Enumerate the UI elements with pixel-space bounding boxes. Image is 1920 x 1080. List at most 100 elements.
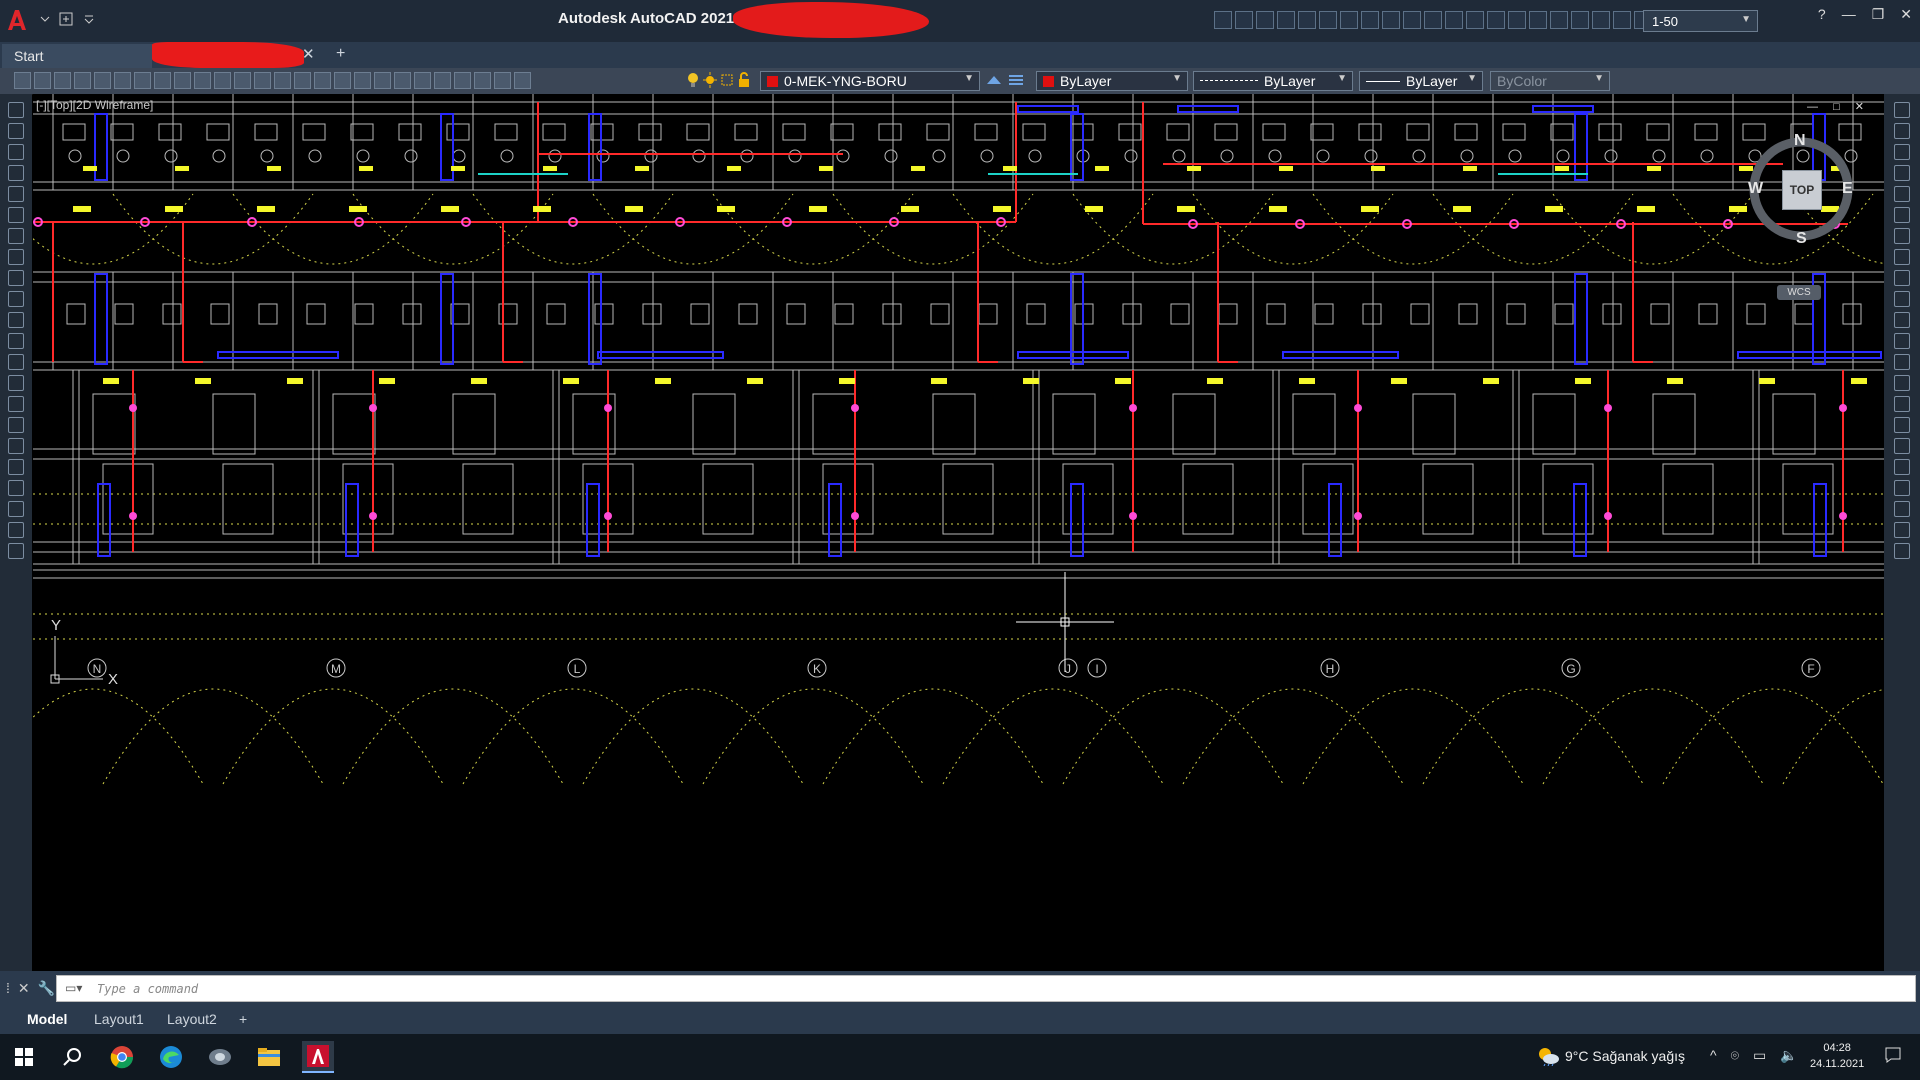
command-input[interactable]: ▭▾ Type a command: [56, 975, 1916, 1002]
viewport-controls-label[interactable]: [-][Top][2D Wireframe]: [36, 98, 153, 112]
help-icon[interactable]: [494, 72, 511, 89]
open-file-icon[interactable]: [34, 72, 51, 89]
lineweight-dropdown[interactable]: ByLayer ▼: [1359, 71, 1483, 91]
notification-icon[interactable]: [1884, 1046, 1902, 1064]
restore-button[interactable]: ❐: [1872, 6, 1885, 23]
join-icon[interactable]: [1894, 375, 1910, 391]
weather-text[interactable]: 9°C Sağanak yağış: [1565, 1048, 1685, 1064]
snap-nearest-icon[interactable]: [1487, 11, 1505, 29]
trim-icon[interactable]: [1894, 291, 1910, 307]
send-back-icon[interactable]: [1894, 522, 1910, 538]
dim-style-icon[interactable]: [1550, 11, 1568, 29]
close-icon[interactable]: ✕: [18, 980, 30, 997]
osnap-settings-icon[interactable]: [1529, 11, 1547, 29]
dim-inspect-icon[interactable]: [1613, 11, 1631, 29]
search-icon[interactable]: [56, 1041, 88, 1073]
file-explorer-icon[interactable]: [253, 1041, 285, 1073]
draworder-icon[interactable]: [1894, 480, 1910, 496]
snap-node-icon[interactable]: [1466, 11, 1484, 29]
blend-icon[interactable]: [1894, 438, 1910, 454]
sun-icon[interactable]: [703, 72, 717, 88]
bring-front-icon[interactable]: [1894, 501, 1910, 517]
help-icon[interactable]: ?: [1818, 6, 1826, 23]
text-front-icon[interactable]: [1894, 543, 1910, 559]
snap-endpoint-icon[interactable]: [1214, 11, 1232, 29]
3d-dwf-icon[interactable]: [134, 72, 151, 89]
table-style-icon[interactable]: [8, 543, 24, 559]
model-space-canvas[interactable]: N M L K J I H G F Y X [-][Top][2D Wireframe] — □…: [33, 94, 1884, 971]
snap-tangent-icon[interactable]: [1382, 11, 1400, 29]
mirror-icon[interactable]: [1894, 144, 1910, 160]
polyline-icon[interactable]: [8, 144, 24, 160]
table-icon[interactable]: [8, 459, 24, 475]
undo-icon[interactable]: [254, 72, 271, 89]
paste-icon[interactable]: [194, 72, 211, 89]
sheet-set-icon[interactable]: [434, 72, 451, 89]
cut-icon[interactable]: [154, 72, 171, 89]
hatch-icon[interactable]: [8, 396, 24, 412]
layer-previous-icon[interactable]: [1008, 72, 1024, 93]
extend-icon[interactable]: [1894, 312, 1910, 328]
arc-icon[interactable]: [8, 207, 24, 223]
calculator-icon[interactable]: [474, 72, 491, 89]
minimize-button[interactable]: —: [1842, 6, 1856, 23]
wcs-menu[interactable]: WCS: [1777, 285, 1821, 300]
erase-icon[interactable]: [1894, 102, 1910, 118]
snap-geocenter-icon[interactable]: [1340, 11, 1358, 29]
lock-icon[interactable]: [737, 72, 751, 88]
chevron-up-icon[interactable]: ^: [1710, 1047, 1717, 1064]
pan-icon[interactable]: [294, 72, 311, 89]
snap-apparent-icon[interactable]: [1277, 11, 1295, 29]
meet-now-icon[interactable]: ⌾: [1731, 1047, 1739, 1064]
make-current-layer-icon[interactable]: [986, 72, 1002, 93]
color-dropdown[interactable]: ByLayer ▼: [1036, 71, 1188, 91]
ellipse-arc-icon[interactable]: [8, 312, 24, 328]
snap-center-icon[interactable]: [1319, 11, 1337, 29]
line-icon[interactable]: [8, 102, 24, 118]
polygon-icon[interactable]: [8, 165, 24, 181]
network-icon[interactable]: ▭: [1753, 1047, 1766, 1064]
linetype-dropdown[interactable]: ByLayer ▼: [1193, 71, 1353, 91]
app-icon[interactable]: [204, 1041, 236, 1073]
dim-override-icon[interactable]: [1592, 11, 1610, 29]
close-tab-icon[interactable]: ✕: [302, 45, 315, 63]
zoom-previous-icon[interactable]: [354, 72, 371, 89]
tool-palettes-icon[interactable]: [414, 72, 431, 89]
compass-west[interactable]: W: [1748, 180, 1763, 198]
offset-icon[interactable]: [1894, 165, 1910, 181]
break-icon[interactable]: [1894, 354, 1910, 370]
wrench-icon[interactable]: 🔧: [38, 980, 55, 997]
windows-start-icon[interactable]: [8, 1041, 40, 1073]
compass-south[interactable]: S: [1796, 230, 1807, 248]
viewcube[interactable]: N S W E TOP: [1746, 132, 1856, 247]
annotation-scale-dropdown[interactable]: 1-50 ▼: [1643, 10, 1758, 32]
dim-update-icon[interactable]: [1571, 11, 1589, 29]
gradient-icon[interactable]: [8, 417, 24, 433]
snap-perpendicular-icon[interactable]: [1403, 11, 1421, 29]
new-tab-button[interactable]: +: [336, 45, 345, 63]
spline-icon[interactable]: [8, 270, 24, 286]
explode-icon[interactable]: [1894, 459, 1910, 475]
viewport-window-controls[interactable]: — □ ✕: [1807, 100, 1870, 113]
region-icon[interactable]: [8, 438, 24, 454]
snap-parallel-icon[interactable]: [1424, 11, 1442, 29]
design-center-icon[interactable]: [394, 72, 411, 89]
construction-line-icon[interactable]: [8, 123, 24, 139]
new-file-icon[interactable]: [14, 72, 31, 89]
copy-object-icon[interactable]: [1894, 123, 1910, 139]
redo-icon[interactable]: [274, 72, 291, 89]
workspace-icon[interactable]: [58, 10, 76, 28]
publish-icon[interactable]: [114, 72, 131, 89]
make-block-icon[interactable]: [8, 354, 24, 370]
autocad-taskbar-icon[interactable]: [302, 1041, 334, 1073]
layer-properties-icon[interactable]: [514, 72, 531, 89]
move-icon[interactable]: [1894, 207, 1910, 223]
snap-extension-icon[interactable]: [1298, 11, 1316, 29]
zoom-realtime-icon[interactable]: [314, 72, 331, 89]
ellipse-icon[interactable]: [8, 291, 24, 307]
tab-layout2[interactable]: Layout2: [167, 1011, 217, 1027]
snap-midpoint-icon[interactable]: [1235, 11, 1253, 29]
snap-intersection-icon[interactable]: [1256, 11, 1274, 29]
snap-quadrant-icon[interactable]: [1361, 11, 1379, 29]
stretch-icon[interactable]: [1894, 270, 1910, 286]
